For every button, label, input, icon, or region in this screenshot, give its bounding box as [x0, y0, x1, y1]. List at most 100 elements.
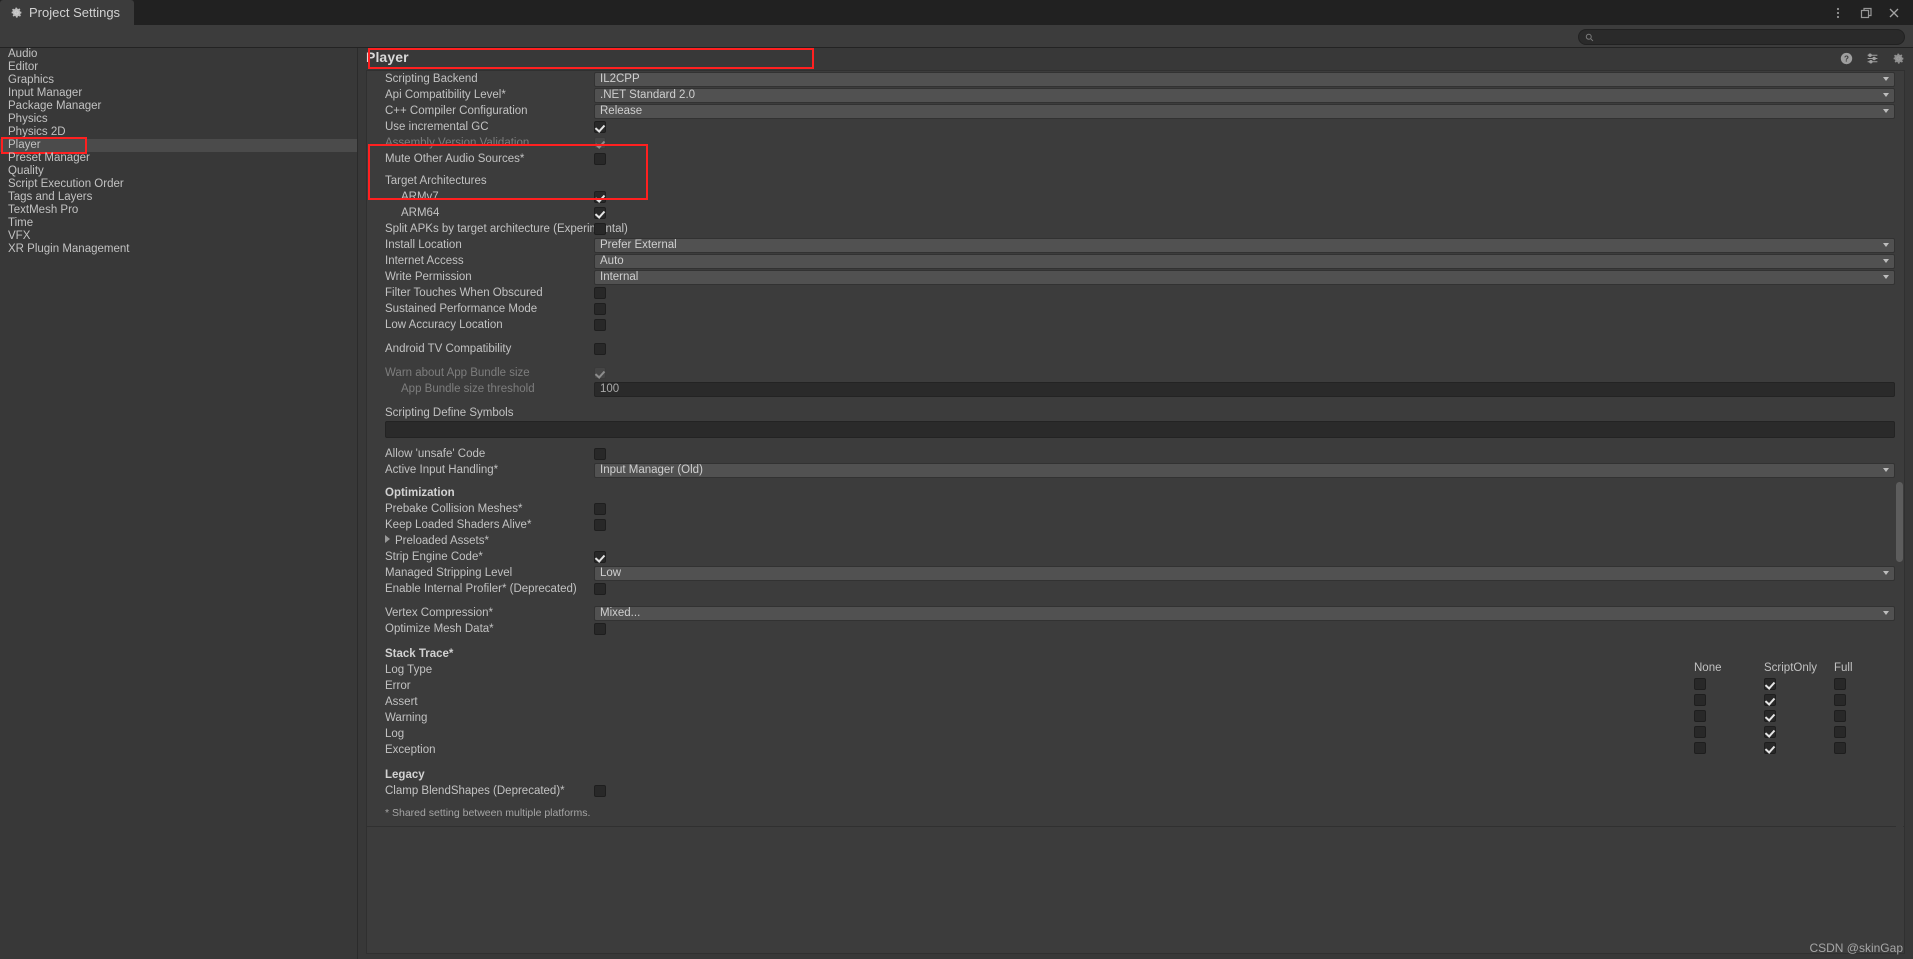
dropdown-active-input-handling[interactable]: Input Manager (Old)	[594, 462, 1895, 478]
row-arm64[interactable]: ARM64	[367, 205, 1904, 221]
row-prebake-collision-meshes[interactable]: Prebake Collision Meshes*	[367, 501, 1904, 517]
row-split-apks[interactable]: Split APKs by target architecture (Exper…	[367, 221, 1904, 237]
row-vertex-compression[interactable]: Vertex Compression* Mixed...	[367, 605, 1904, 621]
row-cpp-compiler-configuration[interactable]: C++ Compiler Configuration Release	[367, 103, 1904, 119]
checkbox-armv7[interactable]	[594, 191, 606, 203]
radio-warning-none[interactable]	[1694, 710, 1706, 722]
checkbox-keep-loaded-shaders-alive[interactable]	[594, 519, 606, 531]
expand-triangle-icon[interactable]	[385, 535, 390, 543]
row-android-tv-compatibility[interactable]: Android TV Compatibility	[367, 341, 1904, 357]
row-clamp-blendshapes[interactable]: Clamp BlendShapes (Deprecated)*	[367, 783, 1904, 799]
dropdown-scripting-backend[interactable]: IL2CPP	[594, 71, 1895, 87]
radio-error-full[interactable]	[1834, 678, 1846, 690]
row-write-permission[interactable]: Write Permission Internal	[367, 269, 1904, 285]
checkbox-android-tv-compatibility[interactable]	[594, 343, 606, 355]
sidebar-item-graphics[interactable]: Graphics	[0, 74, 357, 87]
sidebar-item-time[interactable]: Time	[0, 217, 357, 230]
radio-log-none[interactable]	[1694, 726, 1706, 738]
search-input[interactable]	[1599, 30, 1904, 44]
scrollbar-thumb[interactable]	[1896, 482, 1903, 562]
row-active-input-handling[interactable]: Active Input Handling* Input Manager (Ol…	[367, 462, 1904, 478]
sidebar-item-audio[interactable]: Audio	[0, 48, 357, 61]
dropdown-managed-stripping-level[interactable]: Low	[594, 565, 1895, 581]
row-sustained-performance-mode[interactable]: Sustained Performance Mode	[367, 301, 1904, 317]
dropdown-api-compatibility-level[interactable]: .NET Standard 2.0	[594, 87, 1895, 103]
row-mute-other-audio-sources[interactable]: Mute Other Audio Sources*	[367, 151, 1904, 167]
kebab-menu-icon[interactable]	[1831, 6, 1845, 20]
checkbox-prebake-collision-meshes[interactable]	[594, 503, 606, 515]
radio-exception-scriptonly[interactable]	[1764, 742, 1776, 754]
sidebar-item-script-execution-order[interactable]: Script Execution Order	[0, 178, 357, 191]
radio-error-none[interactable]	[1694, 678, 1706, 690]
dropdown-internet-access[interactable]: Auto	[594, 253, 1895, 269]
tab-project-settings[interactable]: Project Settings	[0, 0, 135, 25]
sidebar-item-package-manager[interactable]: Package Manager	[0, 100, 357, 113]
sidebar-item-preset-manager[interactable]: Preset Manager	[0, 152, 357, 165]
checkbox-optimize-mesh-data[interactable]	[594, 623, 606, 635]
dropdown-install-location[interactable]: Prefer External	[594, 237, 1895, 253]
radio-exception-none[interactable]	[1694, 742, 1706, 754]
radio-log-scriptonly[interactable]	[1764, 726, 1776, 738]
cell-full	[1834, 742, 1904, 754]
sidebar-item-physics[interactable]: Physics	[0, 113, 357, 126]
radio-log-full[interactable]	[1834, 726, 1846, 738]
checkbox-low-accuracy-location[interactable]	[594, 319, 606, 331]
vertical-scrollbar[interactable]	[1896, 72, 1903, 953]
row-keep-loaded-shaders-alive[interactable]: Keep Loaded Shaders Alive*	[367, 517, 1904, 533]
row-install-location[interactable]: Install Location Prefer External	[367, 237, 1904, 253]
checkbox-enable-internal-profiler[interactable]	[594, 583, 606, 595]
sidebar-item-textmesh-pro[interactable]: TextMesh Pro	[0, 204, 357, 217]
settings-scroll-area[interactable]: Scripting Backend IL2CPP Api Compatibili…	[366, 70, 1905, 954]
row-armv7[interactable]: ARMv7	[367, 189, 1904, 205]
row-allow-unsafe-code[interactable]: Allow 'unsafe' Code	[367, 446, 1904, 462]
row-low-accuracy-location[interactable]: Low Accuracy Location	[367, 317, 1904, 333]
search-box[interactable]	[1578, 29, 1905, 45]
checkbox-split-apks[interactable]	[594, 223, 606, 235]
sidebar-item-player[interactable]: Player	[0, 137, 357, 154]
row-use-incremental-gc[interactable]: Use incremental GC	[367, 119, 1904, 135]
radio-assert-none[interactable]	[1694, 694, 1706, 706]
dropdown-vertex-compression[interactable]: Mixed...	[594, 605, 1895, 621]
sidebar-item-editor[interactable]: Editor	[0, 61, 357, 74]
sidebar-item-vfx[interactable]: VFX	[0, 230, 357, 243]
radio-warning-scriptonly[interactable]	[1764, 710, 1776, 722]
row-optimize-mesh-data[interactable]: Optimize Mesh Data*	[367, 621, 1904, 637]
search-icon	[1585, 33, 1594, 42]
close-icon[interactable]	[1887, 6, 1901, 20]
row-scripting-backend[interactable]: Scripting Backend IL2CPP	[367, 71, 1904, 87]
dropdown-write-permission[interactable]: Internal	[594, 269, 1895, 285]
input-scripting-define-symbols[interactable]	[385, 421, 1895, 438]
maximize-icon[interactable]	[1859, 6, 1873, 20]
row-managed-stripping-level[interactable]: Managed Stripping Level Low	[367, 565, 1904, 581]
radio-assert-full[interactable]	[1834, 694, 1846, 706]
checkbox-allow-unsafe-code[interactable]	[594, 448, 606, 460]
checkbox-use-incremental-gc[interactable]	[594, 121, 606, 133]
radio-exception-full[interactable]	[1834, 742, 1846, 754]
row-strip-engine-code[interactable]: Strip Engine Code*	[367, 549, 1904, 565]
checkbox-strip-engine-code[interactable]	[594, 551, 606, 563]
help-icon[interactable]: ?	[1840, 52, 1853, 65]
sidebar-item-tags-and-layers[interactable]: Tags and Layers	[0, 191, 357, 204]
row-api-compatibility-level[interactable]: Api Compatibility Level* .NET Standard 2…	[367, 87, 1904, 103]
row-filter-touches[interactable]: Filter Touches When Obscured	[367, 285, 1904, 301]
radio-warning-full[interactable]	[1834, 710, 1846, 722]
player-settings-panel: Player ? Scripting Backend IL2CPP Api Co…	[358, 48, 1913, 959]
sidebar-item-input-manager[interactable]: Input Manager	[0, 87, 357, 100]
row-internet-access[interactable]: Internet Access Auto	[367, 253, 1904, 269]
checkbox-clamp-blendshapes[interactable]	[594, 785, 606, 797]
checkbox-filter-touches[interactable]	[594, 287, 606, 299]
label-stack-trace-warning: Warning	[385, 712, 428, 724]
checkbox-arm64[interactable]	[594, 207, 606, 219]
dropdown-cpp-compiler-configuration[interactable]: Release	[594, 103, 1895, 119]
sidebar-item-quality[interactable]: Quality	[0, 165, 357, 178]
sidebar-item-label: Time	[8, 217, 34, 229]
row-enable-internal-profiler[interactable]: Enable Internal Profiler* (Deprecated)	[367, 581, 1904, 597]
checkbox-mute-other-audio-sources[interactable]	[594, 153, 606, 165]
preset-icon[interactable]	[1866, 52, 1879, 65]
row-preloaded-assets[interactable]: Preloaded Assets*	[367, 533, 1904, 549]
checkbox-sustained-performance-mode[interactable]	[594, 303, 606, 315]
sidebar-item-xr-plugin-management[interactable]: XR Plugin Management	[0, 243, 357, 256]
radio-assert-scriptonly[interactable]	[1764, 694, 1776, 706]
radio-error-scriptonly[interactable]	[1764, 678, 1776, 690]
settings-gear-icon[interactable]	[1892, 52, 1905, 65]
